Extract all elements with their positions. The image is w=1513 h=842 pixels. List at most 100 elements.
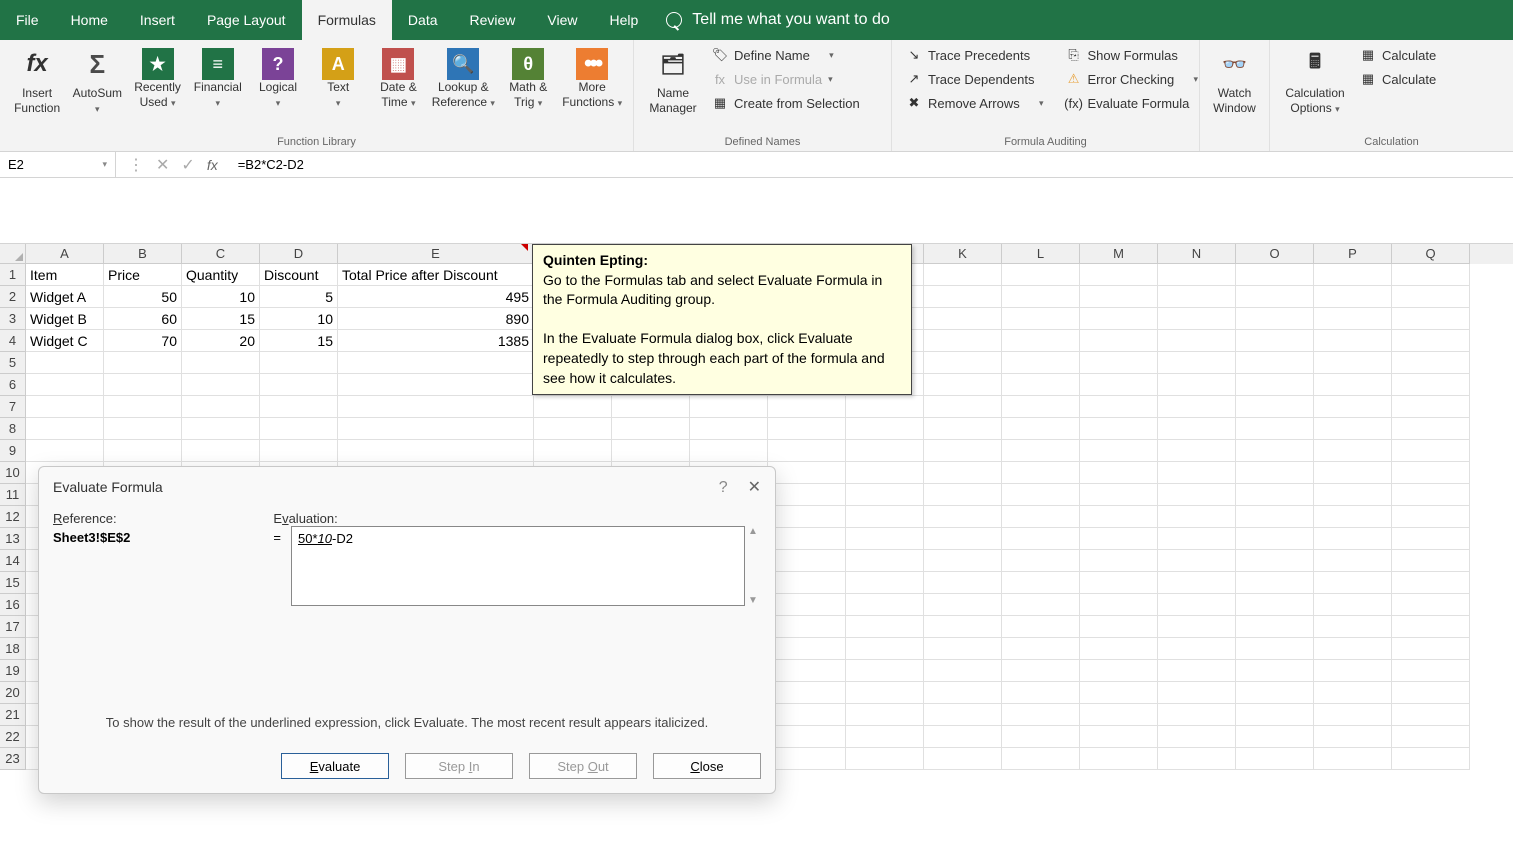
cell[interactable] [1158,748,1236,770]
column-header[interactable]: Q [1392,244,1470,264]
help-icon[interactable]: ? [719,479,728,496]
cell[interactable] [846,616,924,638]
cell[interactable] [768,462,846,484]
cell[interactable] [612,418,690,440]
cell[interactable] [1236,594,1314,616]
cell[interactable] [690,396,768,418]
cell[interactable] [1158,418,1236,440]
cell[interactable] [1080,264,1158,286]
cell[interactable]: 70 [104,330,182,352]
cell[interactable] [1392,748,1470,770]
cell[interactable] [1236,418,1314,440]
cell[interactable] [1392,528,1470,550]
cell[interactable] [1314,264,1392,286]
cell[interactable] [104,352,182,374]
trace-precedents-button[interactable]: ↘Trace Precedents [900,44,1050,66]
cell[interactable] [1002,330,1080,352]
cell[interactable] [1236,572,1314,594]
cell[interactable] [26,352,104,374]
cell[interactable] [846,418,924,440]
cell[interactable]: Total Price after Discount [338,264,534,286]
cell[interactable]: 15 [260,330,338,352]
cell[interactable] [1158,440,1236,462]
cell[interactable] [1080,330,1158,352]
row-header[interactable]: 7 [0,396,26,418]
cell[interactable] [768,726,846,748]
menu-page-layout[interactable]: Page Layout [191,0,302,40]
cell[interactable] [1314,704,1392,726]
cell[interactable] [1158,682,1236,704]
cell[interactable] [846,440,924,462]
row-header[interactable]: 11 [0,484,26,506]
cell[interactable] [1314,660,1392,682]
cell[interactable] [1158,330,1236,352]
lookup-button[interactable]: 🔍 Lookup & Reference ▾ [430,44,498,114]
cell[interactable] [1236,748,1314,770]
cell[interactable] [1236,396,1314,418]
cell[interactable] [260,352,338,374]
cell[interactable] [1236,682,1314,704]
cell[interactable] [1236,506,1314,528]
cell[interactable] [1002,572,1080,594]
financial-button[interactable]: ≡ Financial▾ [189,44,247,114]
column-header[interactable]: M [1080,244,1158,264]
cell[interactable]: Price [104,264,182,286]
cell[interactable] [1392,396,1470,418]
column-header[interactable]: B [104,244,182,264]
cell[interactable] [846,528,924,550]
cell[interactable] [1080,352,1158,374]
cell[interactable]: Quantity [182,264,260,286]
cell[interactable]: Discount [260,264,338,286]
cell[interactable] [1002,352,1080,374]
menu-review[interactable]: Review [454,0,532,40]
cell[interactable] [1158,726,1236,748]
scroll-up-icon[interactable]: ▲ [748,526,758,537]
cell[interactable] [846,550,924,572]
cell[interactable] [1314,330,1392,352]
cell[interactable] [924,528,1002,550]
cell[interactable] [1236,704,1314,726]
calculation-options-button[interactable]: 🖩 Calculation Options ▾ [1278,44,1352,120]
cell[interactable]: 50 [104,286,182,308]
cell[interactable] [924,330,1002,352]
cell[interactable] [1158,660,1236,682]
logical-button[interactable]: ? Logical▾ [249,44,307,114]
cell[interactable] [768,748,846,770]
cell[interactable] [1236,638,1314,660]
cell[interactable] [1080,418,1158,440]
cell[interactable] [1158,506,1236,528]
row-header[interactable]: 3 [0,308,26,330]
tellme-search[interactable]: Tell me what you want to do [666,11,889,29]
row-header[interactable]: 17 [0,616,26,638]
cell[interactable] [1392,638,1470,660]
menu-home[interactable]: Home [55,0,124,40]
calculate-now-button[interactable]: ▦Calculate [1354,44,1442,66]
cell[interactable] [1080,682,1158,704]
cell[interactable]: 10 [260,308,338,330]
column-header[interactable]: A [26,244,104,264]
cell[interactable] [1314,484,1392,506]
row-header[interactable]: 10 [0,462,26,484]
cell[interactable] [768,572,846,594]
cell[interactable] [1392,352,1470,374]
cell[interactable] [1158,264,1236,286]
cell[interactable] [1392,594,1470,616]
cell[interactable] [338,374,534,396]
cell[interactable] [1080,660,1158,682]
cell[interactable] [1236,484,1314,506]
cell[interactable] [1392,308,1470,330]
cell[interactable] [924,726,1002,748]
cell[interactable] [1392,484,1470,506]
cell[interactable] [768,506,846,528]
row-header[interactable]: 8 [0,418,26,440]
cell[interactable] [768,616,846,638]
cell[interactable] [1236,264,1314,286]
cell[interactable] [924,462,1002,484]
cell[interactable] [1002,528,1080,550]
formula-input[interactable]: =B2*C2-D2 [230,157,1513,172]
cell[interactable] [104,418,182,440]
column-header[interactable]: D [260,244,338,264]
cell[interactable]: 5 [260,286,338,308]
cell[interactable] [1392,440,1470,462]
menu-insert[interactable]: Insert [124,0,191,40]
